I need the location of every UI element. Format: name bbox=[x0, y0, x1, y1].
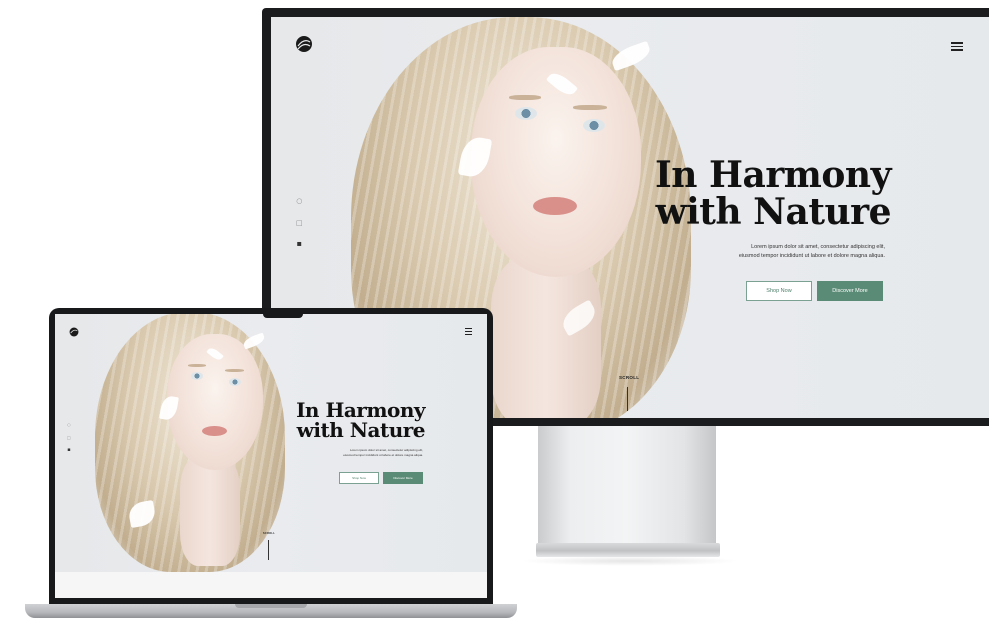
monitor-stand-base bbox=[536, 543, 720, 557]
laptop-social-links: ○ □ ▪ bbox=[67, 422, 71, 453]
hero-description: Lorem ipsum dolor sit amet, consectetur … bbox=[739, 243, 885, 261]
laptop-hero-title-line1: In Harmony bbox=[296, 398, 425, 422]
hero-title: In Harmony with Nature bbox=[654, 154, 892, 233]
hamburger-menu-icon[interactable] bbox=[951, 42, 963, 53]
shop-now-button[interactable]: Shop Now bbox=[746, 281, 812, 301]
laptop-scroll-label: SCROLL bbox=[263, 532, 276, 535]
laptop-camera-notch bbox=[263, 308, 303, 318]
laptop-hero-title-line2: with Nature bbox=[296, 418, 426, 443]
laptop-hero-description-line2: eiusmod tempor incididunt ut labore et d… bbox=[343, 453, 423, 457]
laptop-screen: ○ □ ▪ In Harmony with Nature Lorem ipsum… bbox=[55, 314, 487, 598]
laptop-discover-more-button[interactable]: Discover More bbox=[383, 472, 423, 484]
laptop-facebook-icon[interactable]: ○ bbox=[67, 422, 71, 427]
laptop: ○ □ ▪ In Harmony with Nature Lorem ipsum… bbox=[49, 308, 493, 606]
laptop-next-section bbox=[55, 572, 487, 598]
laptop-scroll-indicator-line bbox=[268, 540, 269, 560]
laptop-opening-groove bbox=[235, 604, 307, 608]
hero-title-line1: In Harmony bbox=[654, 154, 892, 196]
laptop-leaf-logo-icon[interactable] bbox=[69, 324, 79, 337]
monitor-stand bbox=[538, 426, 716, 544]
laptop-hero-title: In Harmony with Nature bbox=[296, 400, 425, 441]
leaf-logo-icon[interactable] bbox=[295, 35, 313, 53]
scroll-label: SCROLL bbox=[619, 375, 640, 380]
laptop-instagram-icon[interactable]: □ bbox=[67, 435, 71, 440]
scroll-indicator-line bbox=[627, 387, 628, 411]
hero-description-line2: eiusmod tempor incididunt ut labore et d… bbox=[738, 253, 885, 259]
laptop-twitter-icon[interactable]: ▪ bbox=[67, 447, 70, 453]
laptop-shop-now-button[interactable]: Shop Now bbox=[339, 472, 379, 484]
facebook-icon[interactable]: ○ bbox=[296, 197, 302, 205]
hero-description-line1: Lorem ipsum dolor sit amet, consectetur … bbox=[751, 244, 885, 250]
laptop-hamburger-menu-icon[interactable] bbox=[465, 328, 472, 337]
twitter-icon[interactable]: ▪ bbox=[297, 239, 302, 248]
stand-shadow bbox=[520, 556, 740, 566]
laptop-hero-description: Lorem ipsum dolor sit amet, consectetur … bbox=[343, 448, 423, 458]
discover-more-button[interactable]: Discover More bbox=[817, 281, 883, 301]
laptop-hero-photo bbox=[75, 314, 315, 572]
hero-title-line2: with Nature bbox=[655, 190, 892, 233]
instagram-icon[interactable]: □ bbox=[296, 219, 303, 227]
social-links: ○ □ ▪ bbox=[296, 197, 303, 248]
